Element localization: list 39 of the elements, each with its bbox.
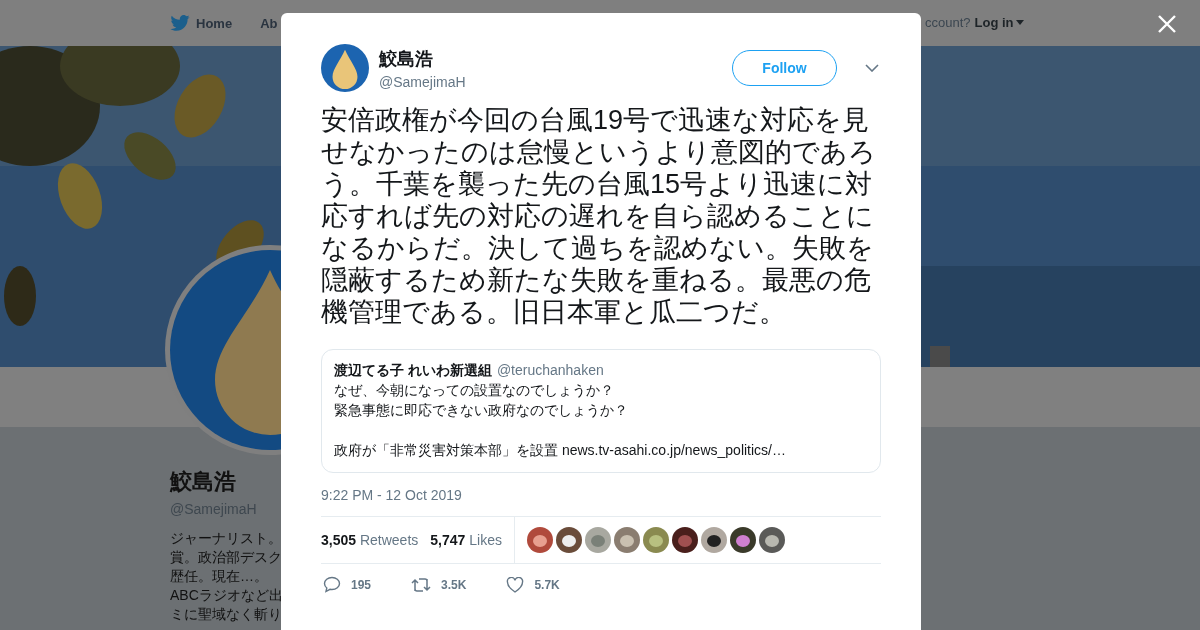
nav-link[interactable]: Home — [170, 15, 233, 31]
tweet-text: 安倍政権が今回の台風19号で迅速な対応を見せなかったのは怠慢というより意図的であろう。千葉を襲った先の台風15号より迅速に対応すれば先の対応の遅れを自ら認めることになるからだ。決して過ちを認めない。失敗を隠蔽するため新たな失敗を重ねる。最悪の危機管理である。旧日本軍と瓜二つだ。 — [321, 104, 877, 328]
quoted-author-handle: @teruchanhaken — [496, 362, 604, 378]
author-avatar — [321, 44, 369, 92]
liker-avatar[interactable] — [555, 527, 582, 553]
bio-line: ジャーナリスト。 — [170, 529, 283, 548]
follow-button[interactable]: Follow — [732, 50, 837, 86]
timestamp: 9:22 PM - 12 Oct 2019 — [321, 487, 463, 503]
like-button[interactable]: 5.7K — [506, 576, 560, 593]
bio-line: ミに聖域なく斬り — [170, 605, 283, 624]
bird-icon — [170, 15, 190, 31]
profile-name: 鮫島浩 — [170, 468, 236, 496]
reply-icon — [323, 576, 341, 593]
bio-line: ABCラジオなど出 — [170, 586, 283, 605]
liker-avatar[interactable] — [729, 527, 756, 553]
liker-avatar[interactable] — [700, 527, 727, 553]
login-link[interactable]: Log in — [974, 15, 1024, 30]
stat-link[interactable]: 5,747 Likes — [430, 532, 502, 548]
chevron-icon[interactable] — [865, 64, 879, 72]
author-name: 鮫島浩 — [379, 47, 434, 71]
close-icon — [1157, 13, 1177, 34]
caret-icon — [1015, 20, 1024, 25]
liker-avatar[interactable] — [758, 527, 785, 553]
quoted-text: 緊急事態に即応できない政府なのでしょうか？ — [334, 401, 629, 420]
heart-icon — [506, 576, 525, 593]
quoted-author-name: 渡辺てる子 れいわ新選組 — [334, 362, 492, 380]
quoted-tweet[interactable]: 渡辺てる子 れいわ新選組 @teruchanhaken なぜ、今朝になっての設置なのでしょうか？ 緊急事態に即応できない政府なのでしょうか？ 政府が「非常災害対策本部」を設置 news.tv-asahi.co.jp/news_politics/… — [321, 349, 881, 473]
quoted-text: 政府が「非常災害対策本部」を設置 news.tv-asahi.co.jp/news_politics/… — [334, 441, 787, 460]
stat-link[interactable]: 3,505 Retweets — [321, 532, 419, 548]
reply-button[interactable]: 195 — [323, 576, 372, 593]
retweet-button[interactable]: 3.5K — [411, 576, 467, 593]
liker-avatar[interactable] — [671, 527, 698, 553]
bio-line: 歴任。現在…。 — [170, 567, 269, 586]
account-prompt: ccount? — [925, 15, 971, 30]
quoted-text: なぜ、今朝になっての設置なのでしょうか？ — [334, 381, 615, 400]
retweet-icon — [411, 576, 432, 593]
author-handle: @SamejimaH — [379, 73, 467, 90]
nav-link[interactable]: Ab — [260, 15, 278, 31]
bio-line: 賞。政治部デスク — [170, 548, 283, 567]
